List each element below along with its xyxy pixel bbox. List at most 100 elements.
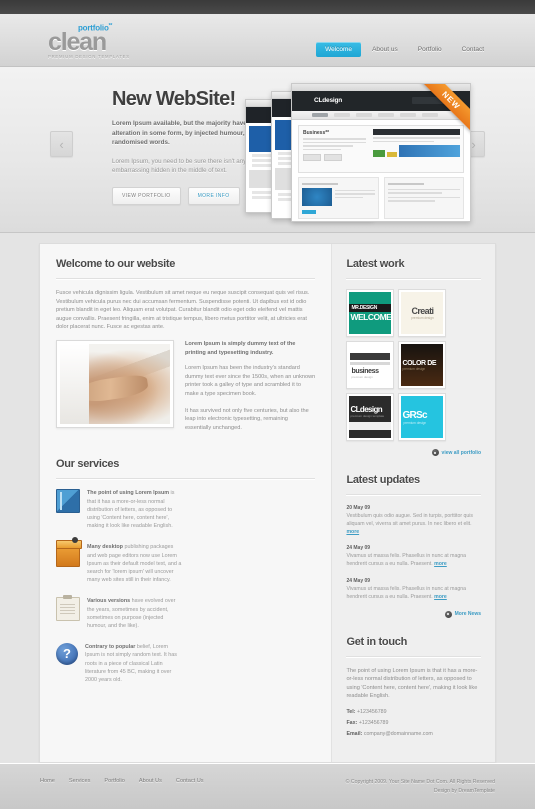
logo-tagline: PREMIUM DESIGN TEMPLATES	[48, 53, 130, 59]
contact-fax-label: Fax:	[346, 719, 358, 726]
bullet-icon	[444, 610, 452, 618]
divider	[56, 478, 316, 481]
update-more-link[interactable]: more	[434, 561, 447, 567]
latest-updates-title: Latest updates	[346, 474, 420, 486]
book-icon	[56, 489, 80, 514]
thumb-title: GRSc	[402, 409, 427, 421]
contact-paragraph: The point of using Lorem Ipsum is that i…	[346, 667, 478, 700]
contact-email: Email: company@domainname.com	[346, 731, 481, 737]
portfolio-thumb[interactable]: Creati premium design	[398, 289, 447, 337]
main-column: Welcome to our website Fusce vehicula di…	[40, 244, 332, 762]
mock-tab-bar	[292, 111, 470, 120]
update-more-link[interactable]: more	[434, 594, 447, 600]
content-panel: Welcome to our website Fusce vehicula di…	[39, 243, 496, 763]
view-portfolio-button[interactable]: VIEW PORTFOLIO	[112, 186, 181, 205]
view-all-portfolio-link[interactable]: view all portfolio	[346, 449, 481, 456]
latest-work-title: Latest work	[346, 258, 405, 270]
update-text: Vivamus ut massa felis. Phasellus in nun…	[346, 585, 467, 600]
footer-nav: Home Services Portfolio About Us Contact…	[40, 778, 204, 796]
service-bold: The point of using Lorem Ipsum	[87, 490, 170, 497]
update-item: 24 May 09 Vivamus ut massa felis. Phasel…	[346, 545, 481, 569]
mock-site-logo: CLdesign	[314, 97, 343, 104]
get-in-touch-title: Get in touch	[346, 635, 408, 648]
portfolio-thumb[interactable]: GRSc premium design	[398, 393, 447, 441]
contact-tel: Tel: +123456789	[346, 709, 481, 715]
bullet-icon	[431, 449, 439, 456]
hero-mock-front: NEW CLdesign Business**	[291, 83, 471, 222]
content-wrapper: Welcome to our website Fusce vehicula di…	[0, 233, 535, 763]
thumb-title: Creati	[411, 306, 434, 316]
media-paragraph-2: It has survived not only five centuries,…	[185, 407, 309, 431]
service-item: Various versions have evolved over the y…	[56, 595, 182, 630]
services-list: The point of using Lorem Ipsum is that i…	[56, 489, 315, 697]
question-icon: ?	[56, 643, 78, 666]
media-paragraph-1: Lorem Ipsum has been the industry's stan…	[185, 365, 316, 397]
footer-link-contact-us[interactable]: Contact Us	[176, 778, 204, 796]
logo-clean-text: clean	[48, 27, 107, 56]
divider	[346, 278, 481, 280]
nav-item-portfolio[interactable]: Portfolio	[409, 42, 451, 57]
main-nav: Welcome About us Portfolio Contact	[316, 42, 493, 57]
clipboard-icon	[56, 595, 80, 622]
welcome-media-block: Lorem Ipsum is simply dummy text of the …	[56, 339, 316, 440]
thumb-sub: premium design template	[350, 413, 385, 418]
update-text: Vestibulum quis odio augue. Sed in turpi…	[346, 513, 474, 527]
nav-item-contact[interactable]: Contact	[453, 42, 493, 57]
site-header: portfolio** clean PREMIUM DESIGN TEMPLAT…	[0, 14, 535, 67]
thumb-big: WELCOME	[350, 312, 392, 322]
top-strip	[0, 0, 535, 14]
page-root: portfolio** clean PREMIUM DESIGN TEMPLAT…	[0, 0, 535, 809]
hero-banner: ‹ › New WebSite! Lorem Ipsum available, …	[0, 67, 535, 233]
portfolio-thumb[interactable]: CLdesign premium design template	[346, 393, 395, 441]
contact-email-label: Email:	[346, 730, 363, 737]
contact-tel-label: Tel:	[346, 708, 356, 715]
footer-credit: Design by DreamTemplate	[433, 787, 495, 794]
nav-item-welcome[interactable]: Welcome	[316, 42, 362, 57]
update-more-link[interactable]: more	[346, 529, 359, 535]
services-title: Our services	[56, 458, 120, 471]
service-bold: Contrary to popular	[85, 644, 136, 651]
footer-link-portfolio[interactable]: Portfolio	[104, 778, 125, 796]
service-bold: Many desktop	[87, 544, 123, 551]
update-date: 24 May 09	[346, 577, 371, 584]
thumb-sub: premium design	[351, 374, 373, 379]
portfolio-thumb[interactable]: business premium design	[346, 341, 395, 389]
portfolio-thumb[interactable]: MR.DESIGN WELCOME	[346, 289, 395, 337]
service-item: Many desktop publishing packages and web…	[56, 537, 182, 584]
thumb-sub: premium design	[403, 420, 427, 425]
thumb-title: business	[351, 367, 379, 375]
sidebar-column: Latest work MR.DESIGN WELCOME Creati pre…	[331, 244, 495, 762]
update-item: 20 May 09 Vestibulum quis odio augue. Se…	[346, 505, 481, 536]
footer-copyright-block: © Copyright 2009. Your Site Name Dot Com…	[346, 778, 495, 796]
service-bold: Various versions	[87, 598, 131, 605]
update-item: 24 May 09 Vivamus ut massa felis. Phasel…	[346, 578, 481, 602]
more-news-link[interactable]: More News	[346, 610, 481, 618]
footer-link-about-us[interactable]: About Us	[139, 778, 162, 796]
hero-screenshot-stack[interactable]: NEW CLdesign Business**	[245, 79, 495, 224]
divider	[346, 655, 481, 658]
contact-fax-value: +123456789	[358, 719, 389, 726]
welcome-title: Welcome to our website	[56, 258, 176, 270]
portfolio-thumbnails: MR.DESIGN WELCOME Creati premium design	[346, 289, 481, 441]
box-icon	[56, 537, 82, 568]
nav-item-about-us[interactable]: About us	[363, 42, 407, 57]
contact-tel-value: +123456789	[356, 708, 387, 715]
site-footer: Home Services Portfolio About Us Contact…	[0, 762, 535, 809]
contact-fax: Fax: +123456789	[346, 720, 481, 726]
contact-email-value[interactable]: company@domainname.com	[364, 731, 433, 737]
update-date: 24 May 09	[346, 545, 371, 552]
mock-card-heading: Business**	[303, 130, 330, 136]
view-all-portfolio-label: view all portfolio	[441, 449, 481, 456]
more-info-button[interactable]: MORE INFO	[187, 186, 240, 205]
portfolio-thumb[interactable]: COLOR DE premium design	[398, 341, 447, 389]
carousel-prev-arrow-icon[interactable]: ‹	[50, 131, 73, 157]
welcome-paragraph: Fusce vehicula dignissim ligula. Vestibu…	[56, 290, 310, 331]
logo-sup: **	[108, 23, 113, 29]
site-logo[interactable]: portfolio** clean PREMIUM DESIGN TEMPLAT…	[48, 22, 130, 59]
divider	[56, 278, 316, 280]
service-item: The point of using Lorem Ipsum is that i…	[56, 489, 182, 530]
footer-copyright: © Copyright 2009. Your Site Name Dot Com…	[345, 778, 495, 785]
footer-link-home[interactable]: Home	[40, 778, 55, 796]
thumb-title: MR.DESIGN	[349, 304, 392, 312]
footer-link-services[interactable]: Services	[69, 778, 90, 796]
